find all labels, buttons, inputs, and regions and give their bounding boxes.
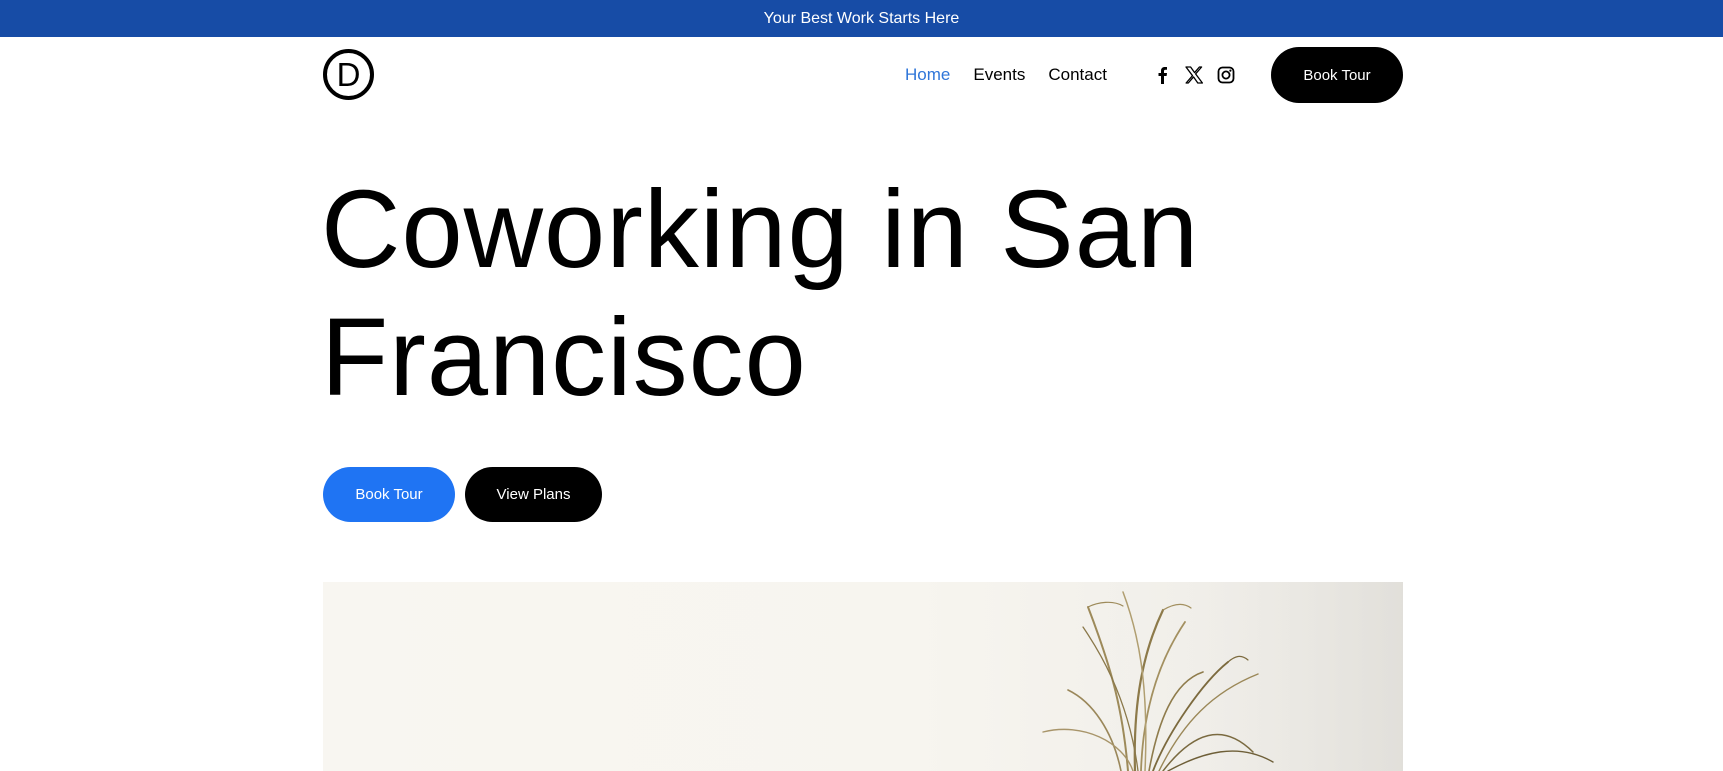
header-book-tour-button[interactable]: Book Tour	[1271, 47, 1403, 103]
hero-title-line-1: Coworking in San	[321, 168, 1200, 291]
site-header: D Home Events Contact Book Tour	[323, 37, 1403, 113]
hero-image	[323, 582, 1403, 771]
nav-link-home[interactable]: Home	[905, 65, 950, 85]
book-tour-button[interactable]: Book Tour	[323, 467, 455, 522]
facebook-icon[interactable]	[1153, 66, 1171, 84]
nav-link-events[interactable]: Events	[973, 65, 1025, 85]
x-icon[interactable]	[1185, 66, 1203, 84]
dried-grass-illustration	[1042, 582, 1403, 771]
nav-link-contact[interactable]: Contact	[1048, 65, 1107, 85]
view-plans-button[interactable]: View Plans	[465, 467, 602, 522]
instagram-icon[interactable]	[1217, 66, 1235, 84]
social-links	[1153, 37, 1235, 113]
main-nav: Home Events Contact	[905, 37, 1107, 113]
hero-title-line-2: Francisco	[321, 296, 807, 419]
hero-buttons: Book Tour View Plans	[323, 467, 602, 522]
logo-letter: D	[336, 56, 361, 93]
announcement-bar: Your Best Work Starts Here	[0, 0, 1723, 37]
logo[interactable]: D	[323, 49, 374, 100]
announcement-text: Your Best Work Starts Here	[763, 9, 960, 27]
hero-title: Coworking in San Francisco	[321, 166, 1321, 422]
